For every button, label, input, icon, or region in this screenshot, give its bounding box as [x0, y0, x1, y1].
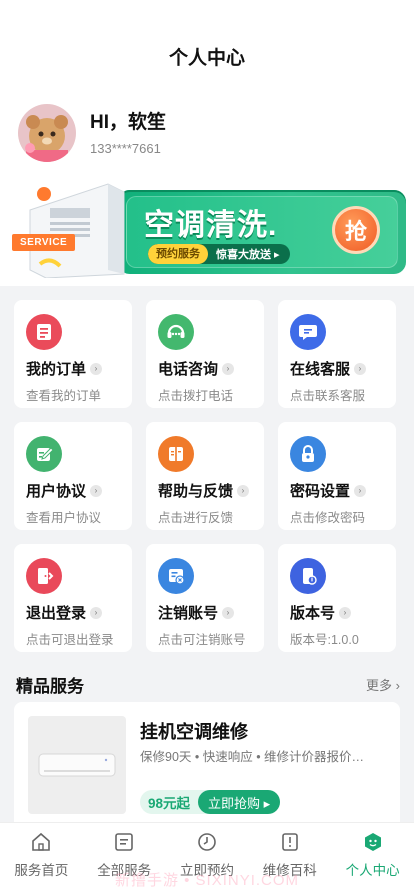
tab-label: 全部服务 [97, 863, 152, 878]
bottom-tab-bar: 服务首页 全部服务 立即预约 维修百科 个人中心 新撸手游 • SIXINYI.… [0, 822, 414, 896]
menu-item-help-feedback[interactable]: 帮助与反馈 › 点击进行反馈 [146, 422, 264, 530]
product-name: 挂机空调维修 [140, 722, 248, 742]
banner-pill: 预约服务 惊喜大放送 ▸ [148, 244, 290, 264]
chevron-right-icon: › [339, 606, 352, 619]
banner-pill-right: 惊喜大放送 ▸ [216, 249, 280, 261]
menu-item-sub: 版本号:1.0.0 [290, 633, 359, 647]
menu-item-sub: 点击可退出登录 [26, 633, 114, 647]
avatar[interactable] [18, 104, 76, 162]
banner-pill-left: 预约服务 [148, 244, 208, 264]
grab-button[interactable]: 抢 [332, 206, 380, 254]
menu-item-label: 电话咨询 [158, 361, 219, 378]
chevron-right-icon: › [222, 362, 235, 375]
logout-door-icon [26, 558, 62, 594]
lock-icon [290, 436, 326, 472]
menu-item-label: 退出登录 [26, 605, 87, 622]
menu-item-label: 在线客服 [290, 361, 351, 378]
menu-grid: 我的订单 › 查看我的订单 电话咨询 › 点击拨打电话 在线客服 › 点击联系客服 用… [14, 300, 400, 652]
menu-item-sub: 点击修改密码 [290, 511, 366, 525]
menu-item-password-settings[interactable]: 密码设置 › 点击修改密码 [278, 422, 396, 530]
tab-all-services[interactable]: 全部服务 [83, 823, 166, 896]
chat-icon [290, 314, 326, 350]
chevron-right-icon: › [222, 606, 235, 619]
chevron-right-icon: › [90, 606, 103, 619]
chevron-right-icon: › [395, 677, 400, 693]
air-conditioner-illustration [29, 183, 125, 278]
promo-banner[interactable]: SERVICE 空调清洗. 预约服务 惊喜大放送 ▸ 抢 [12, 180, 406, 278]
tab-label: 个人中心 [345, 863, 400, 878]
phone-info-icon [290, 558, 326, 594]
menu-item-sub: 点击进行反馈 [158, 511, 234, 525]
product-image [28, 716, 126, 814]
banner-headline: 空调清洗. [144, 209, 278, 242]
menu-item-online-service[interactable]: 在线客服 › 点击联系客服 [278, 300, 396, 408]
buy-now-button[interactable]: 立即抢购 ▸ [198, 790, 281, 814]
menu-item-label: 用户协议 [26, 483, 87, 500]
chevron-right-icon: › [237, 484, 250, 497]
product-price: 98元起 [148, 796, 191, 811]
profile-icon [364, 833, 381, 851]
menu-item-phone-consult[interactable]: 电话咨询 › 点击拨打电话 [146, 300, 264, 408]
product-description: 保修90天 • 快速响应 • 维修计价器报价… [140, 750, 365, 764]
chevron-right-icon: › [90, 362, 103, 375]
menu-item-label: 帮助与反馈 [158, 483, 234, 500]
home-icon [32, 832, 51, 851]
tab-book-now[interactable]: 立即预约 [166, 823, 249, 896]
tab-label: 维修百科 [262, 863, 317, 878]
list-icon [115, 833, 133, 851]
menu-item-logout[interactable]: 退出登录 › 点击可退出登录 [14, 544, 132, 652]
chevron-right-icon: › [354, 484, 367, 497]
tab-label: 服务首页 [14, 863, 69, 878]
menu-item-sub: 查看我的订单 [26, 389, 102, 403]
menu-item-label: 注销账号 [158, 605, 219, 622]
help-book-icon [158, 436, 194, 472]
menu-item-cancel-account[interactable]: 注销账号 › 点击可注销账号 [146, 544, 264, 652]
order-icon [26, 314, 62, 350]
tab-repair-wiki[interactable]: 维修百科 [248, 823, 331, 896]
menu-item-label: 版本号 [290, 605, 336, 622]
phone-support-icon [158, 314, 194, 350]
service-tag: SERVICE [12, 234, 76, 251]
menu-item-sub: 点击拨打电话 [158, 389, 234, 403]
profile-section[interactable]: HI，软笙 133****7661 [0, 104, 414, 162]
user-name: HI，软笙 [90, 111, 167, 133]
menu-item-sub: 点击联系客服 [290, 389, 366, 403]
menu-item-sub: 点击可注销账号 [158, 633, 246, 647]
section-title: 精品服务 [16, 676, 84, 696]
product-card[interactable]: 挂机空调维修 保修90天 • 快速响应 • 维修计价器报价… 98元起 立即抢购… [14, 702, 400, 822]
book-icon [281, 833, 298, 851]
chevron-right-icon: › [90, 484, 103, 497]
menu-item-sub: 查看用户协议 [26, 511, 102, 525]
more-link[interactable]: 更多 › [366, 675, 400, 694]
cancel-account-icon [158, 558, 194, 594]
menu-item-my-orders[interactable]: 我的订单 › 查看我的订单 [14, 300, 132, 408]
tab-profile[interactable]: 个人中心 [331, 823, 414, 896]
agreement-icon [26, 436, 62, 472]
page-header: 个人中心 [0, 0, 414, 104]
featured-services-header: 精品服务 更多 › [0, 666, 414, 702]
clock-icon [198, 833, 216, 851]
tab-label: 立即预约 [179, 863, 234, 878]
menu-item-label: 密码设置 [290, 483, 351, 500]
menu-item-user-agreement[interactable]: 用户协议 › 查看用户协议 [14, 422, 132, 530]
menu-item-label: 我的订单 [26, 361, 87, 378]
chevron-right-icon: › [354, 362, 367, 375]
tab-home[interactable]: 服务首页 [0, 823, 83, 896]
price-row: 98元起 立即抢购 ▸ [140, 790, 281, 814]
user-phone: 133****7661 [90, 140, 161, 156]
product-card-wrap: 挂机空调维修 保修90天 • 快速响应 • 维修计价器报价… 98元起 立即抢购… [0, 702, 414, 822]
menu-grid-section: 我的订单 › 查看我的订单 电话咨询 › 点击拨打电话 在线客服 › 点击联系客服 用… [0, 286, 414, 666]
menu-item-version[interactable]: 版本号 › 版本号:1.0.0 [278, 544, 396, 652]
page-title: 个人中心 [168, 48, 245, 69]
